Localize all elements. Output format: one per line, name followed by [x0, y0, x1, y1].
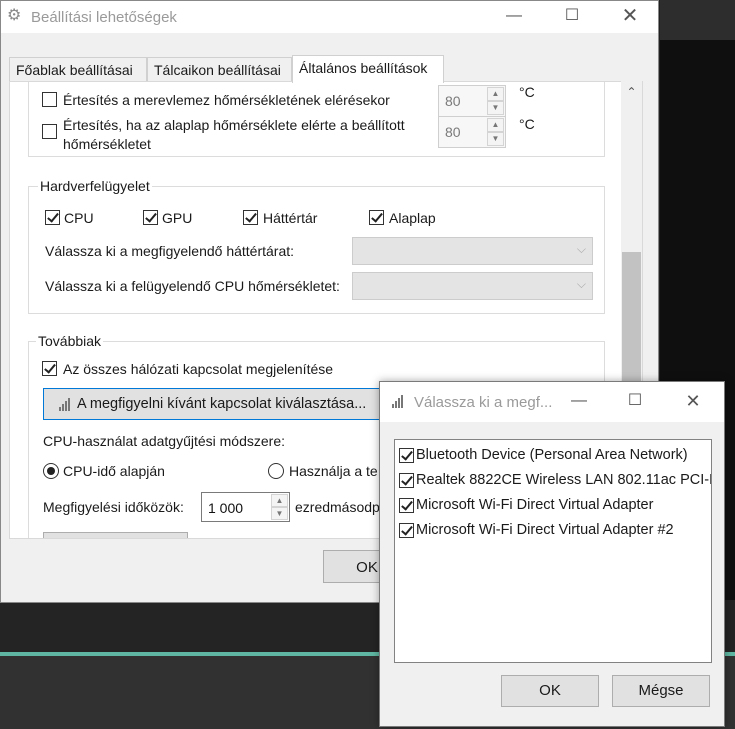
maximize-icon: ☐	[564, 7, 580, 24]
cpu-method-label: CPU-használat adatgyűjtési módszere:	[43, 433, 286, 449]
close-icon: ✕	[621, 5, 639, 27]
motherboard-checkbox[interactable]	[369, 210, 384, 225]
chevron-down-icon: ⌵	[576, 242, 586, 256]
board-temp-unit: °C	[519, 116, 535, 132]
chevron-down-icon: ⌵	[576, 277, 586, 291]
spin-down-icon[interactable]: ▼	[271, 507, 288, 520]
storage-label: Háttértár	[263, 210, 318, 226]
interval-value: 1 000	[208, 500, 244, 516]
motherboard-label: Alaplap	[389, 210, 436, 226]
select-connection-button[interactable]: A megfigyelni kívánt kapcsolat kiválaszt…	[43, 388, 388, 420]
scroll-up-icon[interactable]: ⌃	[622, 85, 641, 99]
spin-up-icon[interactable]: ▲	[271, 494, 288, 507]
partial-button[interactable]	[43, 532, 188, 538]
signal-bars-icon	[392, 395, 403, 408]
board-temp-spinner[interactable]: 80 ▲ ▼	[438, 116, 506, 148]
cpu-label: CPU	[64, 210, 94, 226]
cpu-time-radio[interactable]	[43, 463, 59, 479]
gear-icon: ⚙	[7, 7, 22, 24]
board-temp-value: 80	[445, 124, 461, 140]
cpu-temp-select-label: Válassza ki a felügyelendő CPU hőmérsékl…	[45, 278, 340, 294]
spin-down-icon[interactable]: ▼	[487, 101, 504, 115]
list-item-label: Realtek 8822CE Wireless LAN 802.11ac PCI…	[416, 472, 712, 488]
select-connection-label: A megfigyelni kívánt kapcsolat kiválaszt…	[77, 396, 367, 412]
board-temp-label-line1: Értesítés, ha az alaplap hőmérséklete el…	[63, 117, 405, 133]
cpu-checkbox[interactable]	[45, 210, 60, 225]
connection-list: Bluetooth Device (Personal Area Network)…	[394, 439, 712, 663]
list-item-checkbox[interactable]	[399, 448, 414, 463]
board-temp-label-line2: hőmérsékletet	[63, 136, 151, 152]
storage-dropdown[interactable]: ⌵	[352, 237, 593, 265]
minimize-icon: —	[571, 392, 587, 409]
list-item-checkbox[interactable]	[399, 473, 414, 488]
maximize-button[interactable]: ☐	[543, 1, 601, 33]
minimize-button[interactable]: —	[485, 1, 543, 33]
show-all-connections-checkbox[interactable]	[42, 361, 57, 376]
maximize-icon: ☐	[627, 392, 643, 409]
hdd-temp-checkbox[interactable]	[42, 92, 57, 107]
cpu-temp-dropdown[interactable]: ⌵	[352, 272, 593, 300]
tab-main-window[interactable]: Főablak beállításai	[9, 57, 147, 82]
title-bar: ⚙ Beállítási lehetőségek — ☐ ✕	[1, 1, 658, 33]
alt-method-radio[interactable]	[268, 463, 284, 479]
dialog-title-bar: Válassza ki a megf... — ☐ ✕	[380, 382, 724, 422]
cpu-time-radio-label: CPU-idő alapján	[63, 463, 165, 479]
list-item-checkbox[interactable]	[399, 498, 414, 513]
list-item-checkbox[interactable]	[399, 523, 414, 538]
dialog-maximize-button[interactable]: ☐	[607, 386, 663, 418]
hdd-temp-label: Értesítés a merevlemez hőmérsékletének e…	[63, 92, 390, 108]
tab-tray-icon[interactable]: Tálcaikon beállításai	[147, 57, 292, 82]
spin-down-icon[interactable]: ▼	[487, 132, 504, 146]
alt-method-radio-label: Használja a te	[289, 463, 378, 479]
storage-checkbox[interactable]	[243, 210, 258, 225]
spin-up-icon[interactable]: ▲	[487, 118, 504, 132]
dialog-ok-button[interactable]: OK	[501, 675, 599, 707]
interval-label: Megfigyelési időközök:	[43, 499, 184, 515]
dialog-close-button[interactable]: ✕	[665, 386, 721, 418]
list-item-label: Microsoft Wi-Fi Direct Virtual Adapter #…	[416, 522, 674, 538]
dialog-title: Válassza ki a megf...	[414, 394, 553, 411]
hdd-temp-unit: °C	[519, 84, 535, 100]
dialog-cancel-button[interactable]: Mégse	[612, 675, 710, 707]
close-button[interactable]: ✕	[601, 1, 659, 33]
hdd-temp-spinner[interactable]: 80 ▲ ▼	[438, 85, 506, 117]
show-all-connections-label: Az összes hálózati kapcsolat megjeleníté…	[63, 361, 334, 377]
board-temp-checkbox[interactable]	[42, 124, 57, 139]
background-panel-top	[660, 0, 735, 40]
dialog-minimize-button[interactable]: —	[551, 386, 607, 418]
minimize-icon: —	[506, 7, 522, 24]
hdd-temp-value: 80	[445, 93, 461, 109]
gpu-label: GPU	[162, 210, 193, 226]
gpu-checkbox[interactable]	[143, 210, 158, 225]
signal-bars-icon	[59, 398, 70, 411]
interval-unit: ezredmásodp	[295, 499, 380, 515]
storage-select-label: Válassza ki a megfigyelendő háttértárat:	[45, 243, 295, 259]
connection-select-dialog: Válassza ki a megf... — ☐ ✕ Bluetooth De…	[379, 381, 725, 727]
interval-spinner[interactable]: 1 000 ▲ ▼	[201, 492, 290, 522]
more-group-title: Továbbiak	[36, 333, 104, 349]
list-item-label: Microsoft Wi-Fi Direct Virtual Adapter	[416, 497, 654, 513]
tab-general[interactable]: Általános beállítások	[292, 55, 444, 83]
close-icon: ✕	[685, 391, 701, 411]
list-item-label: Bluetooth Device (Personal Area Network)	[416, 447, 688, 463]
window-title: Beállítási lehetőségek	[31, 9, 177, 26]
hardware-group-title: Hardverfelügyelet	[38, 178, 152, 194]
spin-up-icon[interactable]: ▲	[487, 87, 504, 101]
